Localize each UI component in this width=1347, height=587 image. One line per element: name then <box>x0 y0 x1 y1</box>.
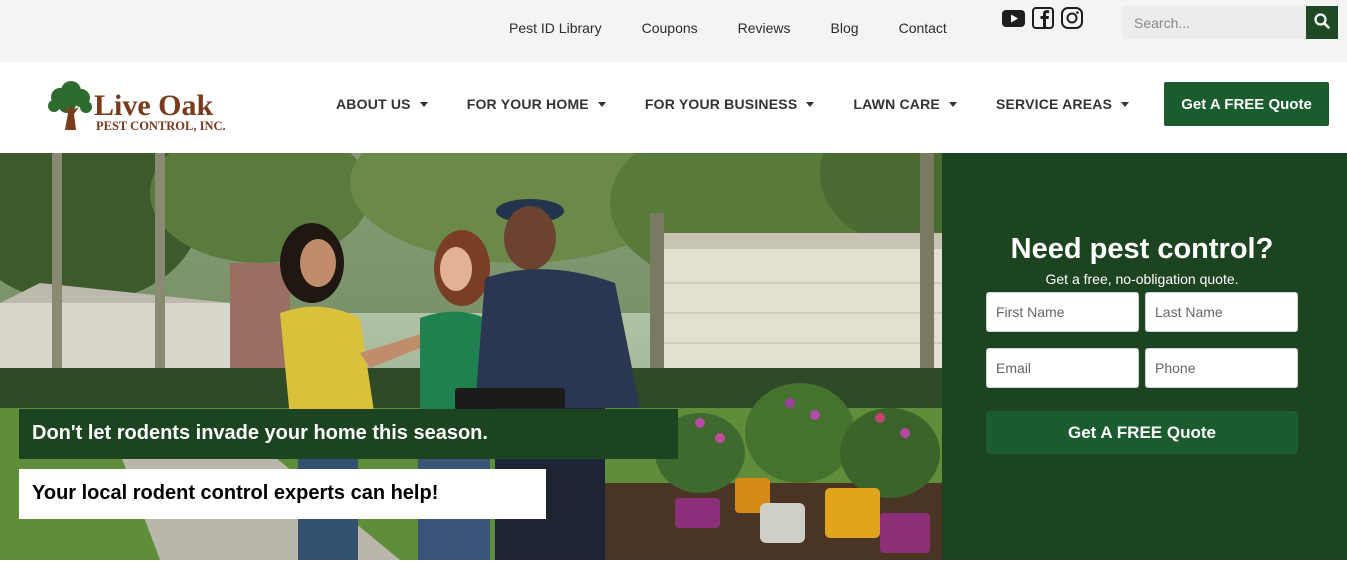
caret-down-icon <box>806 101 815 107</box>
form-title: Need pest control? <box>1010 233 1274 265</box>
link-pest-id-library[interactable]: Pest ID Library <box>509 20 602 36</box>
hero-image: Don't let rodents invade your home this … <box>0 153 942 560</box>
nav-about-us[interactable]: ABOUT US <box>336 96 428 112</box>
hero-subline: Your local rodent control experts can he… <box>19 469 546 519</box>
nav-lawn-care[interactable]: LAWN CARE <box>853 96 957 112</box>
svg-text:PEST CONTROL, INC.: PEST CONTROL, INC. <box>96 119 226 133</box>
instagram-icon[interactable] <box>1060 7 1083 29</box>
form-subtitle: Get a free, no-obligation quote. <box>1045 271 1239 287</box>
main-header: Live Oak PEST CONTROL, INC. ABOUT US FOR… <box>0 62 1347 153</box>
youtube-icon[interactable] <box>1002 7 1025 29</box>
link-reviews[interactable]: Reviews <box>738 20 791 36</box>
caret-down-icon <box>419 101 428 107</box>
site-logo[interactable]: Live Oak PEST CONTROL, INC. <box>46 80 240 136</box>
phone-field[interactable] <box>1145 348 1298 388</box>
utility-links: Pest ID Library Coupons Reviews Blog Con… <box>509 20 987 36</box>
email-field[interactable] <box>986 348 1139 388</box>
search-input[interactable] <box>1123 6 1306 39</box>
link-contact[interactable]: Contact <box>899 20 947 36</box>
free-quote-button[interactable]: Get A FREE Quote <box>1164 82 1329 126</box>
caret-down-icon <box>948 101 957 107</box>
caret-down-icon <box>597 101 606 107</box>
nav-service-areas[interactable]: SERVICE AREAS <box>996 96 1130 112</box>
primary-nav: ABOUT US FOR YOUR HOME FOR YOUR BUSINESS… <box>336 96 1168 112</box>
search-form <box>1123 6 1338 39</box>
link-blog[interactable]: Blog <box>831 20 859 36</box>
first-name-field[interactable] <box>986 292 1139 332</box>
last-name-field[interactable] <box>1145 292 1298 332</box>
facebook-icon[interactable] <box>1031 7 1054 29</box>
utility-bar: Pest ID Library Coupons Reviews Blog Con… <box>0 0 1347 62</box>
quote-form-panel: Need pest control? Get a free, no-obliga… <box>942 153 1347 560</box>
hero-headline: Don't let rodents invade your home this … <box>19 409 678 459</box>
svg-text:Live Oak: Live Oak <box>94 89 213 122</box>
submit-quote-button[interactable]: Get A FREE Quote <box>986 411 1298 454</box>
nav-for-your-home[interactable]: FOR YOUR HOME <box>467 96 606 112</box>
caret-down-icon <box>1121 101 1130 107</box>
nav-for-your-business[interactable]: FOR YOUR BUSINESS <box>645 96 815 112</box>
link-coupons[interactable]: Coupons <box>642 20 698 36</box>
page-bottom <box>0 560 1347 587</box>
search-button[interactable] <box>1306 6 1338 39</box>
social-links <box>1002 7 1083 29</box>
search-icon <box>1314 13 1330 32</box>
oak-tree-icon <box>48 81 92 130</box>
